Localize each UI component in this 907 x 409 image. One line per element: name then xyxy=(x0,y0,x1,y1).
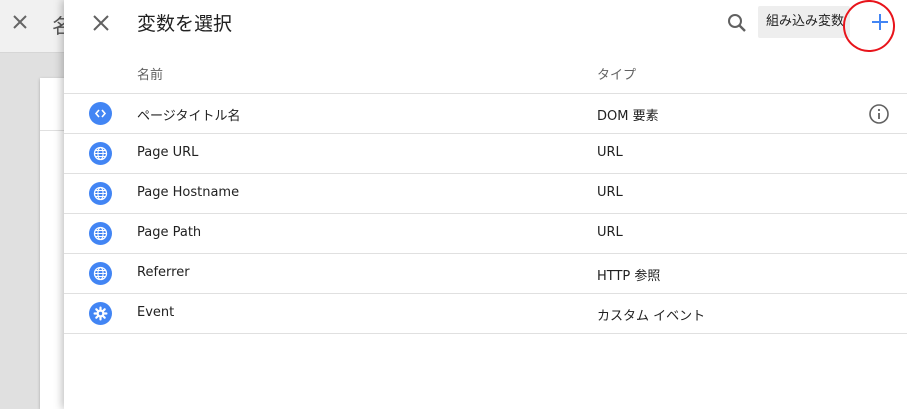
variable-type: HTTP 参照 xyxy=(597,269,661,284)
info-icon[interactable] xyxy=(868,103,890,125)
variable-type: カスタム イベント xyxy=(597,309,706,324)
variables-table: ページタイトル名 DOM 要素 Page URL URL Page Hostna… xyxy=(64,93,907,334)
table-row[interactable]: Event カスタム イベント xyxy=(64,294,907,334)
table-row[interactable]: Page URL URL xyxy=(64,134,907,174)
variable-name: Referrer xyxy=(137,265,190,280)
table-row[interactable]: Page Path URL xyxy=(64,214,907,254)
search-icon[interactable] xyxy=(724,10,750,36)
drawer-header: 変数を選択 組み込み変数 xyxy=(64,0,907,56)
variable-name: ページタイトル名 xyxy=(137,109,241,124)
background-close-icon[interactable] xyxy=(8,10,32,34)
table-row[interactable]: Referrer HTTP 参照 xyxy=(64,254,907,294)
table-row[interactable]: ページタイトル名 DOM 要素 xyxy=(64,94,907,134)
variable-select-drawer: 変数を選択 組み込み変数 名前 タイプ ページタイトル名 DOM 要素 Page… xyxy=(64,0,907,409)
globe-icon xyxy=(89,142,112,165)
gear-icon xyxy=(89,302,112,325)
globe-icon xyxy=(89,262,112,285)
column-header-name[interactable]: 名前 xyxy=(137,64,163,83)
variable-type: URL xyxy=(597,145,623,160)
close-icon[interactable] xyxy=(86,8,116,38)
globe-icon xyxy=(89,222,112,245)
variable-type: URL xyxy=(597,225,623,240)
table-row[interactable]: Page Hostname URL xyxy=(64,174,907,214)
variable-name: Page URL xyxy=(137,145,199,160)
variable-name: Page Path xyxy=(137,225,202,240)
column-header-type[interactable]: タイプ xyxy=(597,64,636,83)
variable-name: Event xyxy=(137,305,175,320)
builtin-variables-button[interactable]: 組み込み変数 xyxy=(758,6,850,38)
code-icon xyxy=(89,102,112,125)
variable-name: Page Hostname xyxy=(137,185,240,200)
variable-type: URL xyxy=(597,185,623,200)
drawer-title: 変数を選択 xyxy=(137,13,233,35)
globe-icon xyxy=(89,182,112,205)
variable-type: DOM 要素 xyxy=(597,109,659,124)
